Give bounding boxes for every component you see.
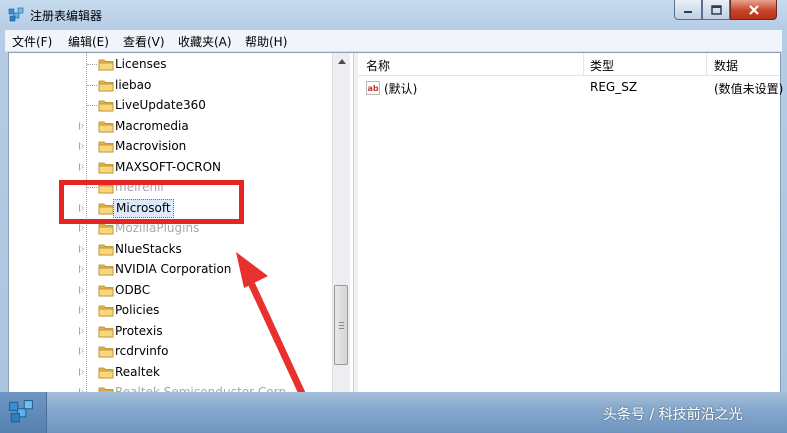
menu-favorites[interactable]: 收藏夹(A): [178, 33, 232, 50]
maximize-icon: [710, 4, 722, 15]
registry-tree-pane[interactable]: Licenses liebao LiveUpdate360 Macromedia Mac…: [9, 53, 353, 402]
tree-item[interactable]: liebao: [9, 75, 329, 95]
editor-client-area: Licenses liebao LiveUpdate360 Macromedia Mac…: [8, 52, 784, 403]
folder-icon: [98, 264, 114, 276]
minimize-button[interactable]: [674, 0, 702, 20]
tree-item[interactable]: rcdrvinfo: [9, 341, 329, 361]
registry-editor-window: 注册表编辑器 文件(F) 编辑(E) 查看(V) 收藏夹(A) 帮助(H) Li…: [0, 0, 787, 433]
folder-icon: [98, 121, 114, 132]
column-separator[interactable]: [583, 53, 584, 75]
tree-item[interactable]: Protexis: [9, 321, 329, 341]
tree-item[interactable]: LiveUpdate360: [9, 95, 329, 115]
expand-arrow-icon[interactable]: [79, 162, 84, 171]
tree-vertical-scrollbar[interactable]: [332, 53, 350, 402]
string-value-icon: ab: [366, 81, 380, 95]
tree-item-label: Macrovision: [115, 139, 187, 153]
window-title: 注册表编辑器: [30, 9, 103, 23]
minimize-icon: [684, 10, 692, 13]
tree-connector: [87, 84, 97, 86]
tree-item-label: liebao: [115, 77, 152, 92]
folder-icon: [98, 162, 114, 173]
folder-icon: [98, 141, 114, 153]
value-data: (数值未设置): [714, 82, 784, 96]
folder-icon: [98, 367, 114, 378]
scroll-up-arrow-icon[interactable]: [338, 59, 346, 64]
column-separator[interactable]: [706, 53, 707, 75]
tree-item[interactable]: Macromedia: [9, 116, 329, 136]
tree-item[interactable]: MAXSOFT-OCRON: [9, 157, 329, 177]
tree-item[interactable]: Realtek: [9, 362, 329, 382]
tree-item-label: Licenses: [115, 57, 167, 71]
annotation-highlight-box: [59, 180, 244, 224]
folder-icon: [98, 80, 114, 91]
tree-item-label: Protexis: [115, 323, 163, 338]
tree-item[interactable]: ODBC: [9, 280, 329, 300]
tree-item-label: MAXSOFT-OCRON: [115, 159, 222, 174]
expand-arrow-icon[interactable]: [79, 121, 84, 130]
expand-arrow-icon[interactable]: [79, 285, 84, 294]
tree-connector: [87, 64, 97, 65]
tree-item[interactable]: Macrovision: [9, 136, 329, 156]
watermark-text: 头条号 / 科技前沿之光: [603, 407, 743, 423]
close-button[interactable]: [730, 0, 777, 20]
grip-line: [339, 325, 344, 326]
value-name: (默认): [384, 82, 418, 96]
menu-view[interactable]: 查看(V): [123, 33, 165, 50]
folder-icon: [98, 346, 114, 358]
title-bar[interactable]: 注册表编辑器: [0, 0, 787, 30]
tree-item[interactable]: NlueStacks: [9, 239, 329, 259]
tree-item-label: Macromedia: [115, 118, 189, 133]
menu-edit[interactable]: 编辑(E): [68, 33, 109, 50]
value-type: REG_SZ: [590, 80, 638, 94]
grip-line: [339, 328, 344, 329]
tree-item-label: NVIDIA Corporation: [115, 262, 232, 276]
menu-file[interactable]: 文件(F): [12, 33, 52, 50]
tree-item-label: LiveUpdate360: [115, 98, 206, 112]
expand-arrow-icon[interactable]: [79, 244, 84, 253]
registry-taskbar-icon: [9, 400, 33, 423]
column-type-header[interactable]: 类型: [590, 57, 614, 74]
tree-item-label: rcdrvinfo: [115, 344, 169, 358]
expand-arrow-icon[interactable]: [79, 142, 84, 150]
tree-item-label: NlueStacks: [115, 241, 182, 256]
scrollbar-thumb[interactable]: [334, 285, 348, 365]
tree-item-label: Policies: [115, 303, 160, 317]
taskbar-registry-button[interactable]: [0, 392, 47, 433]
column-data-header[interactable]: 数据: [714, 57, 738, 74]
folder-icon: [98, 244, 114, 255]
folder-icon: [98, 100, 114, 112]
window-controls: [674, 0, 777, 20]
expand-arrow-icon[interactable]: [79, 347, 84, 355]
grip-line: [339, 322, 344, 323]
expand-arrow-icon[interactable]: [79, 224, 84, 232]
tree-item-label: ODBC: [115, 282, 151, 297]
expand-arrow-icon[interactable]: [79, 367, 84, 376]
expand-arrow-icon[interactable]: [79, 306, 84, 314]
folder-icon: [98, 285, 114, 296]
menu-help[interactable]: 帮助(H): [245, 33, 287, 50]
menu-bar: 文件(F) 编辑(E) 查看(V) 收藏夹(A) 帮助(H): [5, 30, 782, 52]
column-name-header[interactable]: 名称: [366, 57, 390, 74]
registry-app-icon: [8, 7, 24, 22]
expand-arrow-icon[interactable]: [79, 265, 84, 273]
close-icon: [748, 4, 759, 15]
folder-icon: [98, 305, 114, 317]
value-row[interactable]: ab (默认) REG_SZ (数值未设置): [358, 78, 784, 98]
expand-arrow-icon[interactable]: [79, 326, 84, 335]
values-header: 名称 类型 数据: [358, 53, 780, 76]
tree-connector: [87, 105, 97, 106]
tree-item[interactable]: NVIDIA Corporation: [9, 259, 329, 279]
tree-item[interactable]: Policies: [9, 300, 329, 320]
tree-item[interactable]: Licenses: [9, 54, 329, 74]
values-pane[interactable]: 名称 类型 数据 ab (默认) REG_SZ (数值未设置): [358, 53, 784, 402]
maximize-button[interactable]: [702, 0, 730, 20]
folder-icon: [98, 59, 114, 71]
folder-icon: [98, 326, 114, 337]
tree-item-label: Realtek: [115, 364, 160, 379]
